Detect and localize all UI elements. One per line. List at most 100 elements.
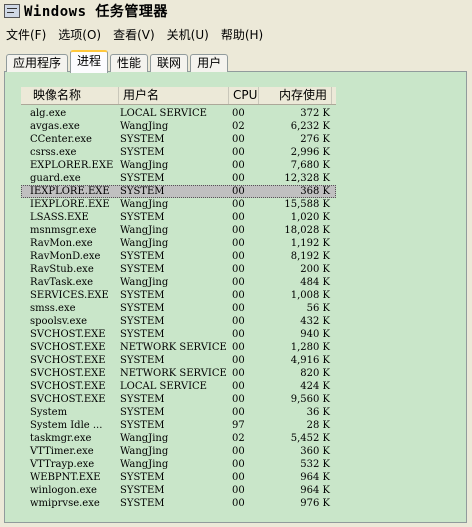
process-cpu: 97 [232, 420, 245, 431]
process-cpu: 02 [232, 121, 245, 132]
process-cpu: 00 [232, 251, 245, 262]
process-mem: 964 K [300, 485, 330, 496]
table-row[interactable]: System Idle ... SYSTEM 97 28 K [21, 419, 336, 432]
taskmgr-icon [4, 4, 20, 18]
process-cpu: 00 [232, 186, 245, 197]
process-user: LOCAL SERVICE [120, 381, 207, 392]
table-row[interactable]: spoolsv.exe SYSTEM 00 432 K [21, 315, 336, 328]
process-user: SYSTEM [120, 173, 165, 184]
table-row[interactable]: SERVICES.EXE SYSTEM 00 1,008 K [21, 289, 336, 302]
column-mem-usage[interactable]: 内存使用 [259, 87, 332, 104]
process-mem: 6,232 K [290, 121, 330, 132]
process-name: LSASS.EXE [30, 212, 89, 223]
process-cpu: 00 [232, 368, 245, 379]
table-row[interactable]: avgas.exe WangJing 02 6,232 K [21, 120, 336, 133]
column-image-name[interactable]: 映像名称 [21, 87, 119, 104]
process-name: CCenter.exe [30, 134, 92, 145]
process-cpu: 00 [232, 277, 245, 288]
process-list[interactable]: 映像名称 用户名 CPU 内存使用 alg.exe LOCAL SERVICE 00… [21, 87, 336, 519]
table-row[interactable]: VTTimer.exe WangJing 00 360 K [21, 445, 336, 458]
menu-view[interactable]: 查看(V) [107, 26, 161, 43]
table-row[interactable]: WEBPNT.EXE SYSTEM 00 964 K [21, 471, 336, 484]
table-row[interactable]: csrss.exe SYSTEM 00 2,996 K [21, 146, 336, 159]
menu-options[interactable]: 选项(O) [52, 26, 107, 43]
table-row[interactable]: System SYSTEM 00 36 K [21, 406, 336, 419]
process-name: msnmsgr.exe [30, 225, 97, 236]
table-row[interactable]: SVCHOST.EXE LOCAL SERVICE 00 424 K [21, 380, 336, 393]
table-row[interactable]: SVCHOST.EXE NETWORK SERVICE 00 820 K [21, 367, 336, 380]
process-name: SVCHOST.EXE [30, 381, 106, 392]
table-row[interactable]: smss.exe SYSTEM 00 56 K [21, 302, 336, 315]
table-row[interactable]: VTTrayp.exe WangJing 00 532 K [21, 458, 336, 471]
process-cpu: 00 [232, 472, 245, 483]
table-row[interactable]: SVCHOST.EXE NETWORK SERVICE 00 1,280 K [21, 341, 336, 354]
tab-processes[interactable]: 进程 [70, 50, 109, 73]
process-name: VTTimer.exe [30, 446, 94, 457]
title-bar[interactable]: Windows 任务管理器 [0, 0, 472, 22]
process-cpu: 00 [232, 485, 245, 496]
process-user: SYSTEM [120, 316, 165, 327]
process-mem: 9,560 K [290, 394, 330, 405]
table-row[interactable]: CCenter.exe SYSTEM 00 276 K [21, 133, 336, 146]
table-row[interactable]: IEXPLORE.EXE SYSTEM 00 368 K [21, 185, 336, 198]
tab-applications[interactable]: 应用程序 [6, 54, 69, 72]
table-row[interactable]: SVCHOST.EXE SYSTEM 00 9,560 K [21, 393, 336, 406]
process-name: SVCHOST.EXE [30, 342, 106, 353]
table-row[interactable]: RavMonD.exe SYSTEM 00 8,192 K [21, 250, 336, 263]
process-name: SVCHOST.EXE [30, 355, 106, 366]
process-cpu: 00 [232, 329, 245, 340]
process-cpu: 00 [232, 459, 245, 470]
table-row[interactable]: RavMon.exe WangJing 00 1,192 K [21, 237, 336, 250]
process-user: WangJing [120, 238, 169, 249]
process-name: spoolsv.exe [30, 316, 88, 327]
table-row[interactable]: winlogon.exe SYSTEM 00 964 K [21, 484, 336, 497]
process-cpu: 00 [232, 446, 245, 457]
process-mem: 28 K [306, 420, 330, 431]
process-mem: 7,680 K [290, 160, 330, 171]
table-row[interactable]: guard.exe SYSTEM 00 12,328 K [21, 172, 336, 185]
table-row[interactable]: SVCHOST.EXE SYSTEM 00 4,916 K [21, 354, 336, 367]
tab-networking[interactable]: 联网 [150, 54, 189, 72]
process-name: IEXPLORE.EXE [30, 199, 110, 210]
process-user: SYSTEM [120, 303, 165, 314]
process-cpu: 00 [232, 498, 245, 509]
process-cpu: 00 [232, 212, 245, 223]
column-cpu[interactable]: CPU [229, 87, 259, 104]
process-user: WangJing [120, 121, 169, 132]
process-mem: 964 K [300, 472, 330, 483]
process-cpu: 00 [232, 290, 245, 301]
column-user-name[interactable]: 用户名 [119, 87, 229, 104]
process-name: avgas.exe [30, 121, 80, 132]
process-cpu: 00 [232, 108, 245, 119]
table-row[interactable]: wmiprvse.exe SYSTEM 00 976 K [21, 497, 336, 510]
process-cpu: 00 [232, 238, 245, 249]
tab-performance[interactable]: 性能 [110, 54, 149, 72]
table-row[interactable]: taskmgr.exe WangJing 02 5,452 K [21, 432, 336, 445]
table-row[interactable]: IEXPLORE.EXE WangJing 00 15,588 K [21, 198, 336, 211]
process-cpu: 00 [232, 225, 245, 236]
window-title: Windows 任务管理器 [24, 4, 168, 20]
table-row[interactable]: EXPLORER.EXE WangJing 00 7,680 K [21, 159, 336, 172]
table-row[interactable]: RavStub.exe SYSTEM 00 200 K [21, 263, 336, 276]
table-row[interactable]: RavTask.exe WangJing 00 484 K [21, 276, 336, 289]
tab-users[interactable]: 用户 [190, 54, 229, 72]
menu-help[interactable]: 帮助(H) [215, 26, 269, 43]
menu-shutdown[interactable]: 关机(U) [161, 26, 215, 43]
process-name: winlogon.exe [30, 485, 97, 496]
menu-file[interactable]: 文件(F) [0, 26, 52, 43]
process-user: SYSTEM [120, 147, 165, 158]
process-name: smss.exe [30, 303, 76, 314]
process-mem: 2,996 K [290, 147, 330, 158]
process-cpu: 00 [232, 407, 245, 418]
table-row[interactable]: LSASS.EXE SYSTEM 00 1,020 K [21, 211, 336, 224]
process-name: System [30, 407, 68, 418]
process-name: VTTrayp.exe [30, 459, 95, 470]
process-rows: alg.exe LOCAL SERVICE 00 372 K avgas.exe Wang… [21, 107, 336, 510]
process-mem: 276 K [300, 134, 330, 145]
process-mem: 4,916 K [290, 355, 330, 366]
table-row[interactable]: msnmsgr.exe WangJing 00 18,028 K [21, 224, 336, 237]
process-user: WangJing [120, 277, 169, 288]
process-cpu: 00 [232, 303, 245, 314]
table-row[interactable]: SVCHOST.EXE SYSTEM 00 940 K [21, 328, 336, 341]
table-row[interactable]: alg.exe LOCAL SERVICE 00 372 K [21, 107, 336, 120]
